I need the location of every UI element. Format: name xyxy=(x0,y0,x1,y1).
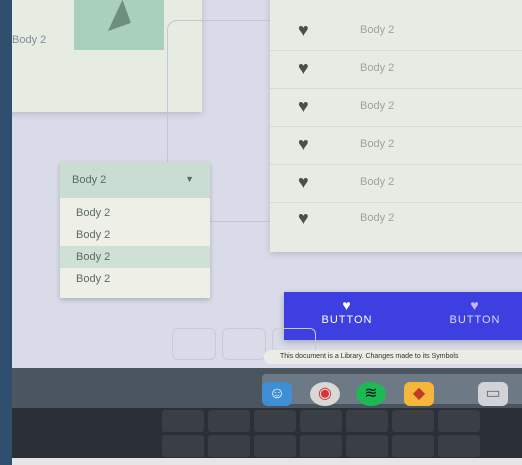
key xyxy=(162,435,204,457)
key xyxy=(254,410,296,432)
card-label: Body 2 xyxy=(12,34,47,46)
outline-tab xyxy=(222,328,266,360)
list-item-label: Body 2 xyxy=(360,62,395,74)
list-item-label: Body 2 xyxy=(360,212,395,224)
button-label: BUTTON xyxy=(321,314,373,326)
key xyxy=(254,435,296,457)
key xyxy=(300,410,342,432)
heart-icon[interactable]: ♥ xyxy=(298,134,309,155)
key xyxy=(300,435,342,457)
key xyxy=(392,435,434,457)
heart-icon[interactable]: ♥ xyxy=(298,208,309,229)
dropdown-select[interactable]: Body 2 ▼ xyxy=(60,162,210,198)
dropdown-option[interactable]: Body 2 xyxy=(60,224,210,246)
app-canvas: ◢ Body 2 ♥ Body 2 ♥ Body 2 ♥ Body 2 ♥ Bo… xyxy=(12,0,522,368)
list-item[interactable]: ♥ Body 2 xyxy=(270,166,522,203)
dropdown-option-selected[interactable]: Body 2 xyxy=(60,246,210,268)
key xyxy=(438,410,480,432)
list-item[interactable]: ♥ Body 2 xyxy=(270,52,522,89)
heart-icon[interactable]: ♥ xyxy=(298,58,309,79)
list-item[interactable]: ♥ Body 2 xyxy=(270,90,522,127)
key xyxy=(438,435,480,457)
key xyxy=(208,410,250,432)
sketch-icon[interactable]: ◆ xyxy=(404,382,434,406)
heart-icon: ♥ xyxy=(342,297,352,313)
chevron-down-icon[interactable]: ▼ xyxy=(185,174,194,184)
chrome-icon[interactable]: ◉ xyxy=(310,382,340,406)
keyboard xyxy=(12,408,522,458)
heart-icon[interactable]: ♥ xyxy=(298,96,309,117)
heart-icon[interactable]: ♥ xyxy=(298,172,309,193)
list-item-label: Body 2 xyxy=(360,100,395,112)
list-item-label: Body 2 xyxy=(360,24,395,36)
key xyxy=(346,410,388,432)
key xyxy=(392,410,434,432)
list-panel: ♥ Body 2 ♥ Body 2 ♥ Body 2 ♥ Body 2 ♥ Bo… xyxy=(270,0,522,252)
spotify-icon[interactable]: ≋ xyxy=(356,382,386,406)
list-item[interactable]: ♥ Body 2 xyxy=(270,14,522,51)
list-item-label: Body 2 xyxy=(360,138,395,150)
heart-button-secondary[interactable]: ♥ BUTTON xyxy=(420,292,522,340)
key xyxy=(346,435,388,457)
library-notice: This document is a Library. Changes made… xyxy=(264,350,522,364)
dropdown-selected-value: Body 2 xyxy=(72,174,107,186)
dropdown-menu[interactable]: Body 2 ▼ Body 2 Body 2 Body 2 Body 2 xyxy=(60,162,210,298)
dock: ☺ ◉ ≋ ◆ ▭ xyxy=(12,368,522,408)
outline-tab xyxy=(172,328,216,360)
list-item-label: Body 2 xyxy=(360,176,395,188)
heart-icon: ♥ xyxy=(470,297,480,313)
list-item[interactable]: ♥ Body 2 xyxy=(270,128,522,165)
dropdown-option[interactable]: Body 2 xyxy=(60,268,210,290)
button-label: BUTTON xyxy=(449,314,501,326)
drive-icon[interactable]: ▭ xyxy=(478,382,508,406)
finder-icon[interactable]: ☺ xyxy=(262,382,292,406)
desk-surface xyxy=(12,458,522,465)
key xyxy=(208,435,250,457)
key xyxy=(162,410,204,432)
dropdown-option[interactable]: Body 2 xyxy=(60,202,210,224)
list-item[interactable]: ♥ Body 2 xyxy=(270,202,522,238)
heart-icon[interactable]: ♥ xyxy=(298,20,309,41)
